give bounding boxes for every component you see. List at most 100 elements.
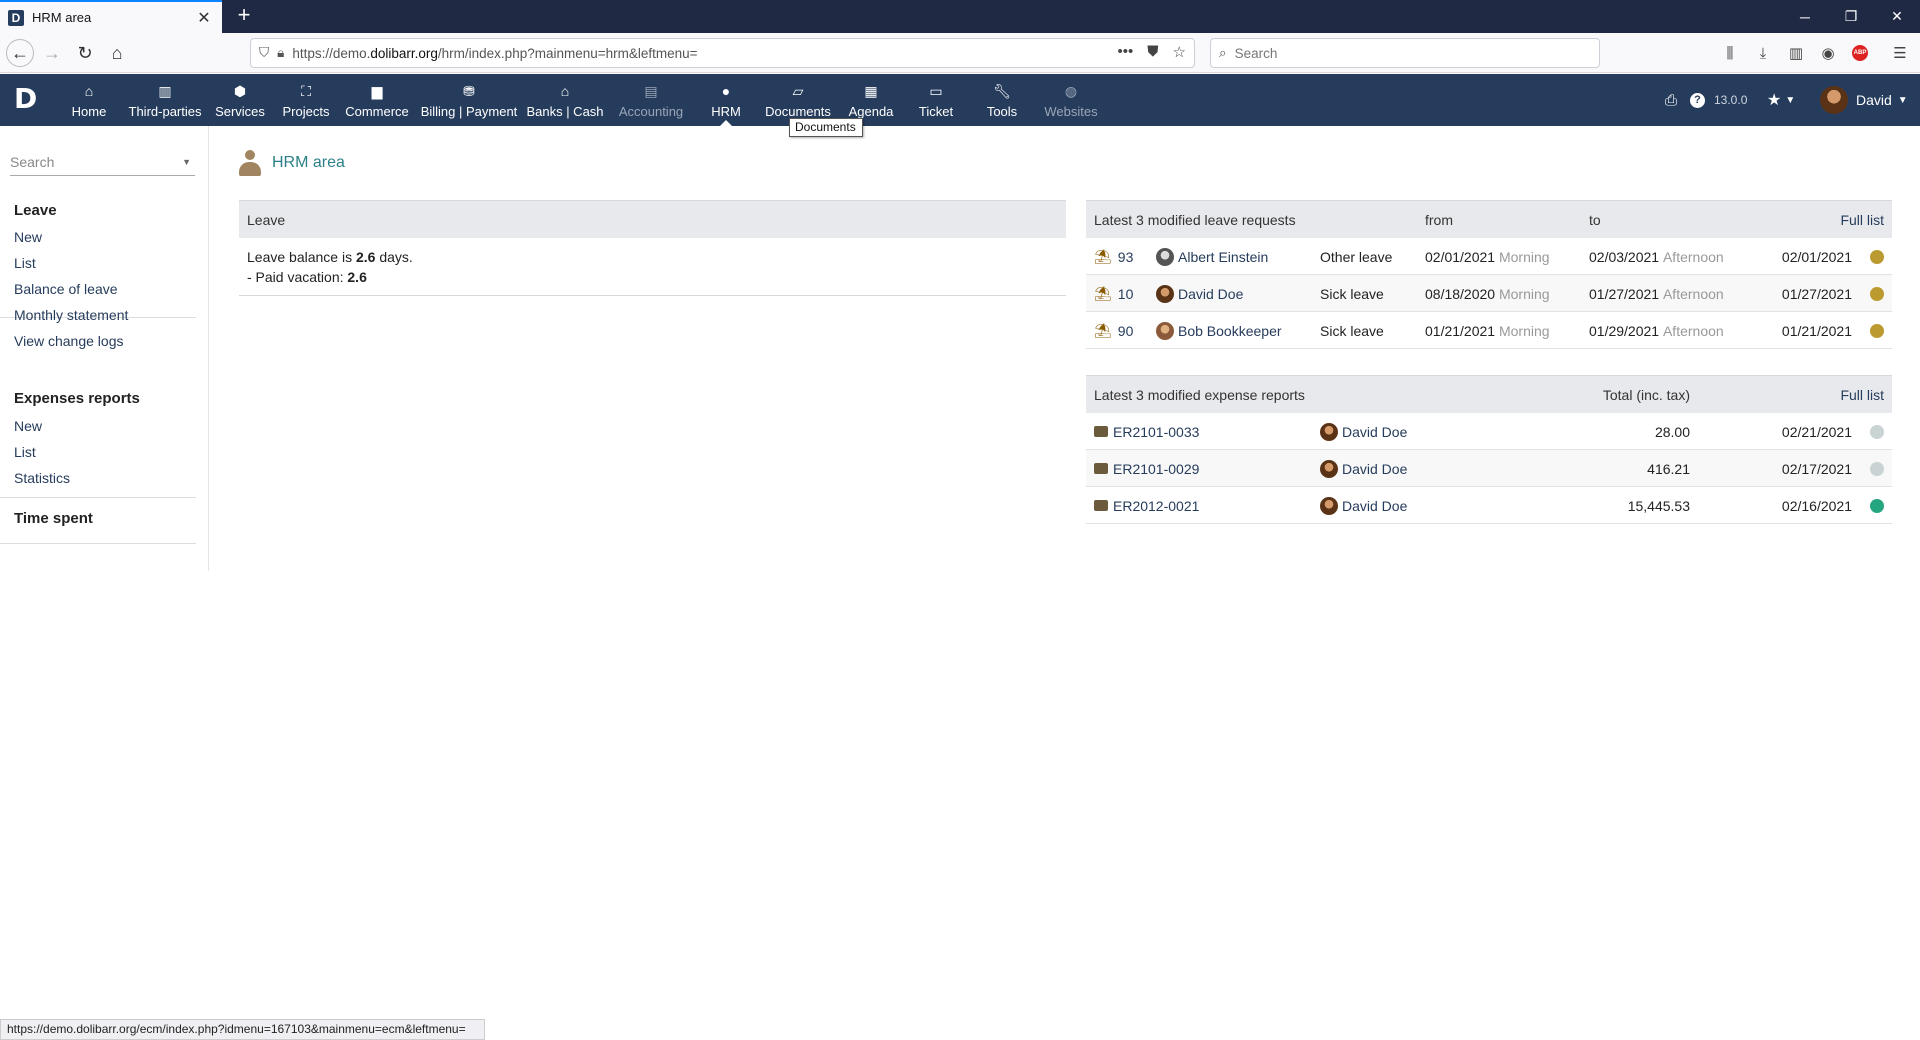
lock-icon[interactable]: 🔒︎ — [277, 45, 284, 61]
left-item-expense-new[interactable]: New — [0, 413, 196, 439]
new-tab-button[interactable]: + — [232, 4, 256, 28]
bookmark-star-icon[interactable]: ☆ — [1173, 43, 1186, 61]
reload-button[interactable]: ↻ — [71, 39, 99, 67]
page-actions-icon[interactable]: ••• — [1118, 43, 1134, 61]
browser-search-input[interactable]: ⌕ Search — [1210, 38, 1600, 68]
left-item-monthly-statement[interactable]: Monthly statement — [0, 302, 196, 328]
table-row: ER2012-0021 David Doe 15,445.53 02/16/20… — [1086, 487, 1892, 524]
restore-icon[interactable]: ❐ — [1828, 0, 1874, 33]
window-close-icon[interactable]: ✕ — [1874, 0, 1920, 33]
url-bar[interactable]: ⛉ 🔒︎ https://demo. dolibarr.org/hrm/index… — [250, 38, 1195, 68]
menu-websites[interactable]: ◍ Websites — [1040, 74, 1102, 126]
expense-user-link[interactable]: David Doe — [1320, 450, 1407, 487]
leave-full-list-link[interactable]: Full list — [1840, 201, 1884, 239]
tab-close-icon[interactable]: ✕ — [194, 8, 214, 28]
leave-user-link[interactable]: Albert Einstein — [1156, 238, 1268, 275]
search-placeholder: Search — [1234, 45, 1278, 61]
col-from: from — [1425, 212, 1453, 228]
menu-home[interactable]: ⌂ Home — [66, 74, 112, 126]
left-item-leave-new[interactable]: New — [0, 224, 196, 250]
menu-banks-cash[interactable]: ⌂ Banks | Cash — [526, 74, 604, 126]
left-item-expense-statistics[interactable]: Statistics — [0, 465, 196, 491]
left-title-leave[interactable]: Leave — [0, 202, 196, 219]
menu-commerce[interactable]: ▆ Commerce — [342, 74, 412, 126]
sidebar-icon[interactable]: ▥ — [1784, 41, 1808, 65]
left-item-leave-list[interactable]: List — [0, 250, 196, 276]
bookmarks-star-icon[interactable]: ★ ▼ — [1767, 74, 1795, 126]
menu-hrm[interactable]: ● HRM — [703, 74, 749, 126]
account-icon[interactable]: ◉ — [1816, 41, 1840, 65]
left-item-expense-list[interactable]: List — [0, 439, 196, 465]
url-prefix: https://demo. — [292, 45, 371, 61]
print-icon[interactable]: ⎙ — [1665, 74, 1677, 126]
expense-ref-link[interactable]: ER2101-0029 — [1094, 450, 1199, 487]
leave-balance-line: Leave balance is 2.6 days. — [247, 247, 1058, 267]
expense-full-list-link[interactable]: Full list — [1840, 376, 1884, 414]
leave-from-date: 01/21/2021 — [1425, 322, 1496, 339]
leave-to: 01/29/2021 Afternoon — [1589, 312, 1724, 349]
shield-icon[interactable]: ⛉ — [259, 45, 269, 61]
sitemap-icon: ⛶ — [301, 82, 311, 99]
user-name: David — [1856, 92, 1892, 108]
leave-to-half: Afternoon — [1662, 285, 1724, 302]
user-tie-icon: ● — [721, 82, 731, 99]
library-icon[interactable]: ⫼ — [1718, 41, 1742, 65]
avatar — [1820, 86, 1848, 114]
menu-tools[interactable]: 🔧︎ Tools — [976, 74, 1028, 126]
menu-third-parties[interactable]: ▥ Third-parties — [124, 74, 206, 126]
leave-from: 08/18/2020 Morning — [1425, 275, 1550, 312]
wrench-icon: 🔧︎ — [993, 82, 1011, 99]
leave-date: 01/27/2021 — [1781, 285, 1852, 302]
back-button[interactable]: ← — [6, 39, 34, 67]
adblock-icon[interactable]: ABP — [1848, 41, 1872, 65]
download-icon[interactable]: ⤓ — [1751, 41, 1775, 65]
user-tie-icon — [238, 150, 262, 176]
leave-ref-link[interactable]: ⛱ 90 — [1094, 312, 1133, 349]
menu-billing-payment[interactable]: ⛃ Billing | Payment — [418, 74, 520, 126]
chevron-down-icon: ▼ — [1897, 94, 1908, 106]
suitcase-icon: ▆ — [371, 82, 383, 99]
leave-ref-link[interactable]: ⛱ 93 — [1094, 238, 1133, 275]
status-dot — [1870, 498, 1884, 513]
pocket-icon[interactable]: ⛊ — [1147, 43, 1158, 61]
chevron-down-icon: ▼ — [182, 157, 191, 167]
leave-user-link[interactable]: Bob Bookkeeper — [1156, 312, 1282, 349]
expense-ref: ER2101-0033 — [1113, 423, 1200, 440]
hamburger-menu-icon[interactable]: ☰ — [1888, 41, 1912, 65]
expense-ref-link[interactable]: ER2101-0033 — [1094, 413, 1199, 450]
menu-ticket[interactable]: ▭ Ticket — [910, 74, 962, 126]
expense-user-link[interactable]: David Doe — [1320, 413, 1407, 450]
left-title-time-spent[interactable]: Time spent — [0, 510, 196, 527]
minimize-icon[interactable]: ─ — [1782, 0, 1828, 33]
menu-services[interactable]: ⬢ Services — [212, 74, 268, 126]
leave-user-link[interactable]: David Doe — [1156, 275, 1243, 312]
expense-ref: ER2012-0021 — [1113, 497, 1200, 514]
leave-balance-prefix: Leave balance is — [247, 249, 356, 265]
avatar — [1320, 422, 1338, 441]
ticket-icon: ▭ — [929, 82, 943, 99]
expense-ref-link[interactable]: ER2012-0021 — [1094, 487, 1199, 524]
left-item-balance-of-leave[interactable]: Balance of leave — [0, 276, 196, 302]
left-title-expenses[interactable]: Expenses reports — [0, 390, 196, 407]
home-button[interactable]: ⌂ — [103, 39, 131, 67]
expense-reports-panel: Latest 3 modified expense reports Total … — [1086, 375, 1892, 524]
menu-accounting[interactable]: ▤ Accounting — [614, 74, 688, 126]
user-menu[interactable]: David ▼ — [1820, 74, 1908, 126]
left-search-input[interactable]: Search ▼ — [10, 152, 195, 176]
folder-open-icon: ▱ — [792, 82, 804, 99]
leave-ref-link[interactable]: ⛱ 10 — [1094, 275, 1133, 312]
forward-button[interactable]: → — [38, 39, 66, 67]
help-icon[interactable]: ? — [1690, 74, 1705, 126]
leave-type: Sick leave — [1320, 322, 1384, 339]
leave-type: Other leave — [1320, 248, 1393, 265]
dolibarr-favicon-icon: D — [8, 9, 24, 26]
menu-projects[interactable]: ⛶ Projects — [276, 74, 336, 126]
table-row: ⛱ 93 Albert Einstein Other leave 02/01/20… — [1086, 238, 1892, 275]
leave-balance-box: Leave balance is 2.6 days. - Paid vacati… — [239, 238, 1066, 296]
left-item-view-change-logs[interactable]: View change logs — [0, 328, 196, 354]
expense-user-link[interactable]: David Doe — [1320, 487, 1407, 524]
tab-title: HRM area — [32, 10, 92, 25]
leave-panel: Leave Leave balance is 2.6 days. - Paid … — [239, 200, 1066, 296]
dolibarr-logo[interactable]: D — [14, 82, 44, 118]
browser-tab-active[interactable]: D HRM area ✕ — [0, 0, 222, 33]
